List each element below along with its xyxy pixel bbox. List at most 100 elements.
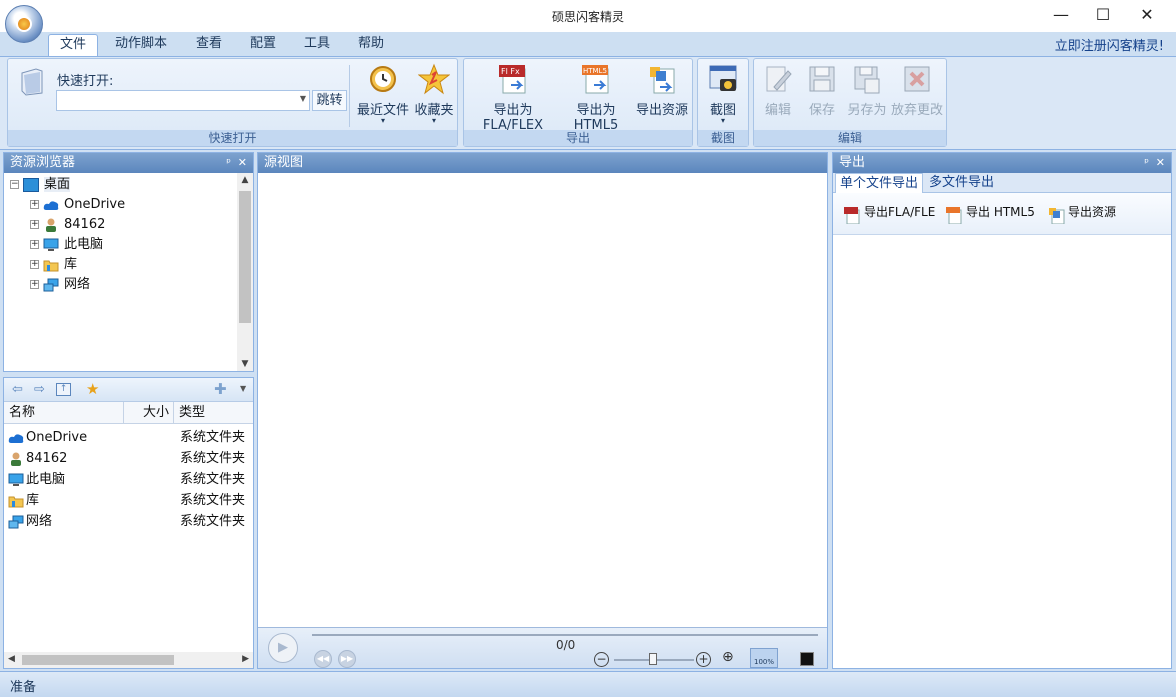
dropdown-arrow-icon[interactable]: ▼ [240, 384, 246, 393]
list-item[interactable]: 此电脑 系统文件夹 [4, 469, 253, 490]
close-button[interactable]: ✕ [1124, 0, 1170, 32]
svg-text:Fl Fx: Fl Fx [501, 67, 520, 76]
resources-icon [646, 63, 678, 95]
list-item[interactable]: 84162 系统文件夹 [4, 448, 253, 469]
maximize-button[interactable]: ☐ [1080, 0, 1126, 32]
save-as-button[interactable]: 另存为 [844, 63, 890, 118]
screenshot-button[interactable]: 截图 ▾ [700, 63, 746, 125]
actual-size-button[interactable]: 100% [750, 648, 778, 668]
tab-file[interactable]: 文件 [48, 34, 99, 56]
export-content-area [833, 235, 1171, 668]
go-button[interactable]: 跳转 [312, 90, 347, 111]
play-icon[interactable]: ▶ [268, 633, 298, 663]
minimize-button[interactable]: — [1038, 0, 1084, 32]
expand-icon[interactable]: + [30, 220, 39, 229]
scroll-up-icon[interactable]: ▲ [237, 175, 253, 185]
close-icon[interactable]: ✕ [1156, 153, 1165, 173]
file-list-toolbar: ⇦ ⇨ ↑ ★ ✚ ▼ [4, 378, 253, 402]
tab-multi-export[interactable]: 多文件导出 [925, 173, 998, 193]
collapse-icon[interactable]: − [10, 180, 19, 189]
col-name-header[interactable]: 名称 [4, 402, 124, 424]
list-item[interactable]: 网络 系统文件夹 [4, 511, 253, 532]
list-header: 名称 大小 类型 [4, 402, 253, 424]
frame-counter: 0/0 [556, 638, 576, 652]
zoom-slider-thumb[interactable] [649, 653, 657, 665]
tab-help[interactable]: 帮助 [347, 34, 395, 56]
register-link[interactable]: 立即注册闪客精灵! [1055, 35, 1164, 54]
playback-bar: ▶ 0/0 ◀◀ ▶▶ − + ⊕ 100% [258, 627, 827, 668]
pin-icon[interactable]: ᵖ [226, 153, 231, 173]
html5-file-icon: HTML5 [580, 63, 612, 95]
export-resources-small-button[interactable]: 导出资源 [1047, 203, 1116, 224]
favorites-button[interactable]: 收藏夹 ▾ [412, 63, 456, 125]
export-html5-button[interactable]: HTML5 导出为HTML5 [558, 63, 634, 133]
save-icon [806, 63, 838, 95]
user-icon [43, 218, 59, 232]
up-folder-icon[interactable]: ↑ [56, 383, 71, 396]
back-icon[interactable]: ⇦ [12, 382, 23, 397]
resource-browser-panel: 资源浏览器 ᵖ ✕ − 桌面 + OneDrive +84162 + 此电脑 + 库 +… [3, 152, 254, 372]
previous-frame-icon[interactable]: ◀◀ [314, 650, 332, 668]
timeline-slider[interactable] [312, 634, 818, 636]
tab-tools[interactable]: 工具 [293, 34, 341, 56]
edit-button[interactable]: 编辑 [760, 63, 796, 118]
quickopen-input[interactable]: ▼ [56, 90, 310, 111]
recent-files-button[interactable]: 最近文件 ▾ [355, 63, 411, 125]
zoom-in-icon[interactable]: + [696, 652, 711, 667]
expand-icon[interactable]: + [30, 280, 39, 289]
pin-icon[interactable]: ᵖ [1144, 153, 1149, 173]
star-icon [417, 63, 451, 95]
forward-icon[interactable]: ⇨ [34, 382, 45, 397]
export-fla-button[interactable]: Fl Fx 导出为FLA/FLEX [468, 63, 558, 133]
scroll-thumb[interactable] [239, 191, 251, 323]
expand-icon[interactable]: + [30, 240, 39, 249]
tree-item-onedrive[interactable]: + OneDrive [30, 195, 125, 215]
save-button[interactable]: 保存 [804, 63, 840, 118]
export-tabs: 单个文件导出 多文件导出 [833, 173, 1171, 193]
pan-zoom-icon[interactable]: ⊕ [722, 649, 734, 665]
tree-scrollbar[interactable]: ▲ ▼ [237, 173, 253, 371]
tree-item-library[interactable]: + 库 [30, 255, 77, 275]
zoom-out-icon[interactable]: − [594, 652, 609, 667]
tree-item-network[interactable]: + 网络 [30, 275, 90, 295]
app-menu-button[interactable] [5, 5, 43, 43]
favorites-star-icon[interactable]: ★ [86, 380, 99, 398]
camera-icon [707, 63, 739, 95]
list-hscrollbar[interactable]: ◀ ▶ [4, 652, 253, 668]
desktop-icon [23, 177, 39, 192]
status-text: 准备 [10, 680, 37, 695]
close-icon[interactable]: ✕ [238, 153, 247, 173]
list-item[interactable]: OneDrive 系统文件夹 [4, 427, 253, 448]
list-item[interactable]: 库 系统文件夹 [4, 490, 253, 511]
tree-item-user[interactable]: +84162 [30, 215, 105, 235]
scroll-left-icon[interactable]: ◀ [8, 654, 15, 664]
export-html5-small-button[interactable]: 导出 HTML5 [945, 203, 1035, 224]
expand-icon[interactable]: + [30, 260, 39, 269]
tab-single-export[interactable]: 单个文件导出 [835, 173, 924, 193]
discard-changes-button[interactable]: 放弃更改 [890, 63, 944, 118]
tab-config[interactable]: 配置 [239, 34, 287, 56]
title-bar: 硕思闪客精灵 — ☐ ✕ [0, 0, 1176, 32]
expand-icon[interactable]: + [30, 200, 39, 209]
tab-actionscript[interactable]: 动作脚本 [104, 34, 178, 56]
fla-file-icon: Fl Fx [497, 63, 529, 95]
group-separator [349, 65, 350, 127]
scroll-right-icon[interactable]: ▶ [242, 654, 249, 664]
fla-file-icon [843, 206, 860, 224]
scroll-down-icon[interactable]: ▼ [237, 359, 253, 369]
scroll-thumb[interactable] [22, 655, 174, 665]
quickopen-caption: 快速打开 [8, 130, 457, 146]
status-bar: 准备 [0, 671, 1176, 697]
export-group: Fl Fx 导出为FLA/FLEX HTML5 导出为HTML5 导出资源 导出 [463, 58, 693, 147]
tree-item-this-pc[interactable]: + 此电脑 [30, 235, 103, 255]
background-color-swatch[interactable] [800, 652, 814, 666]
col-type-header[interactable]: 类型 [174, 402, 253, 424]
tab-view[interactable]: 查看 [185, 34, 233, 56]
col-size-header[interactable]: 大小 [124, 402, 174, 424]
export-fla-small-button[interactable]: 导出FLA/FLE [843, 203, 935, 224]
source-canvas[interactable] [258, 173, 827, 627]
tree-item-desktop[interactable]: − 桌面 [10, 175, 71, 195]
add-icon[interactable]: ✚ [214, 380, 227, 398]
next-frame-icon[interactable]: ▶▶ [338, 650, 356, 668]
export-resources-button[interactable]: 导出资源 [634, 63, 690, 118]
